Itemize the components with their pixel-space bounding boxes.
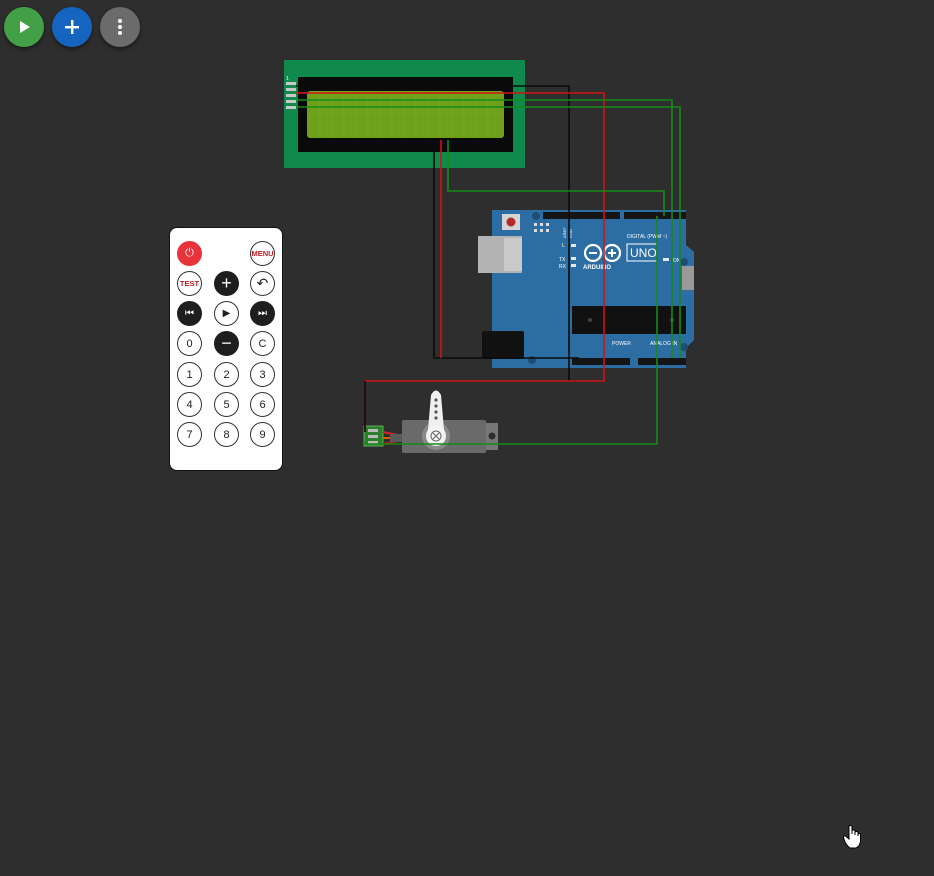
- arduino-analog-label: ANALOG IN: [650, 341, 678, 347]
- ir-remote-control[interactable]: ⏻ MENU TEST + ↶ ⏮ ▶ ⏭ 0 − C 1 2 3 4 5 6 …: [169, 227, 283, 471]
- remote-button-menu[interactable]: MENU: [250, 241, 275, 266]
- remote-button-2[interactable]: 2: [214, 362, 239, 387]
- remote-button-play[interactable]: ▶: [214, 301, 239, 326]
- remote-button-5[interactable]: 5: [214, 392, 239, 417]
- remote-button-c[interactable]: C: [250, 331, 275, 356]
- remote-button-power[interactable]: ⏻: [177, 241, 202, 266]
- arduino-tx-label: TX: [559, 257, 566, 263]
- remote-button-1[interactable]: 1: [177, 362, 202, 387]
- arduino-aref-label: AREF: [562, 227, 567, 238]
- remote-button-7[interactable]: 7: [177, 422, 202, 447]
- remote-button-plus[interactable]: +: [214, 271, 239, 296]
- remote-button-8[interactable]: 8: [214, 422, 239, 447]
- arduino-l-label: L: [562, 243, 565, 249]
- remote-button-6[interactable]: 6: [250, 392, 275, 417]
- arduino-rx-label: RX: [559, 264, 567, 270]
- remote-button-prev[interactable]: ⏮: [177, 301, 202, 326]
- lcd-display[interactable]: 1: [284, 60, 525, 168]
- remote-button-minus[interactable]: −: [214, 331, 239, 356]
- remote-button-back[interactable]: ↶: [250, 271, 275, 296]
- remote-button-3[interactable]: 3: [250, 362, 275, 387]
- arduino-uno-board[interactable]: UNO ARDUINO DIGITAL (PWM ~) POWER ANALOG…: [478, 210, 694, 368]
- circuit-canvas[interactable]: 1 UNO ARDUINO DIGITAL (PWM ~) POWER ANAL…: [0, 0, 934, 876]
- remote-button-next[interactable]: ⏭: [250, 301, 275, 326]
- arduino-brand-label: ARDUINO: [583, 265, 611, 271]
- remote-button-test[interactable]: TEST: [177, 271, 202, 296]
- arduino-model-label: UNO: [630, 246, 657, 260]
- remote-button-9[interactable]: 9: [250, 422, 275, 447]
- arduino-power-label: POWER: [612, 341, 631, 347]
- remote-button-0[interactable]: 0: [177, 331, 202, 356]
- remote-button-4[interactable]: 4: [177, 392, 202, 417]
- hand-cursor-icon: [843, 825, 861, 849]
- arduino-digital-label: DIGITAL (PWM ~): [627, 234, 667, 240]
- lcd-pin-label: 1: [286, 76, 289, 82]
